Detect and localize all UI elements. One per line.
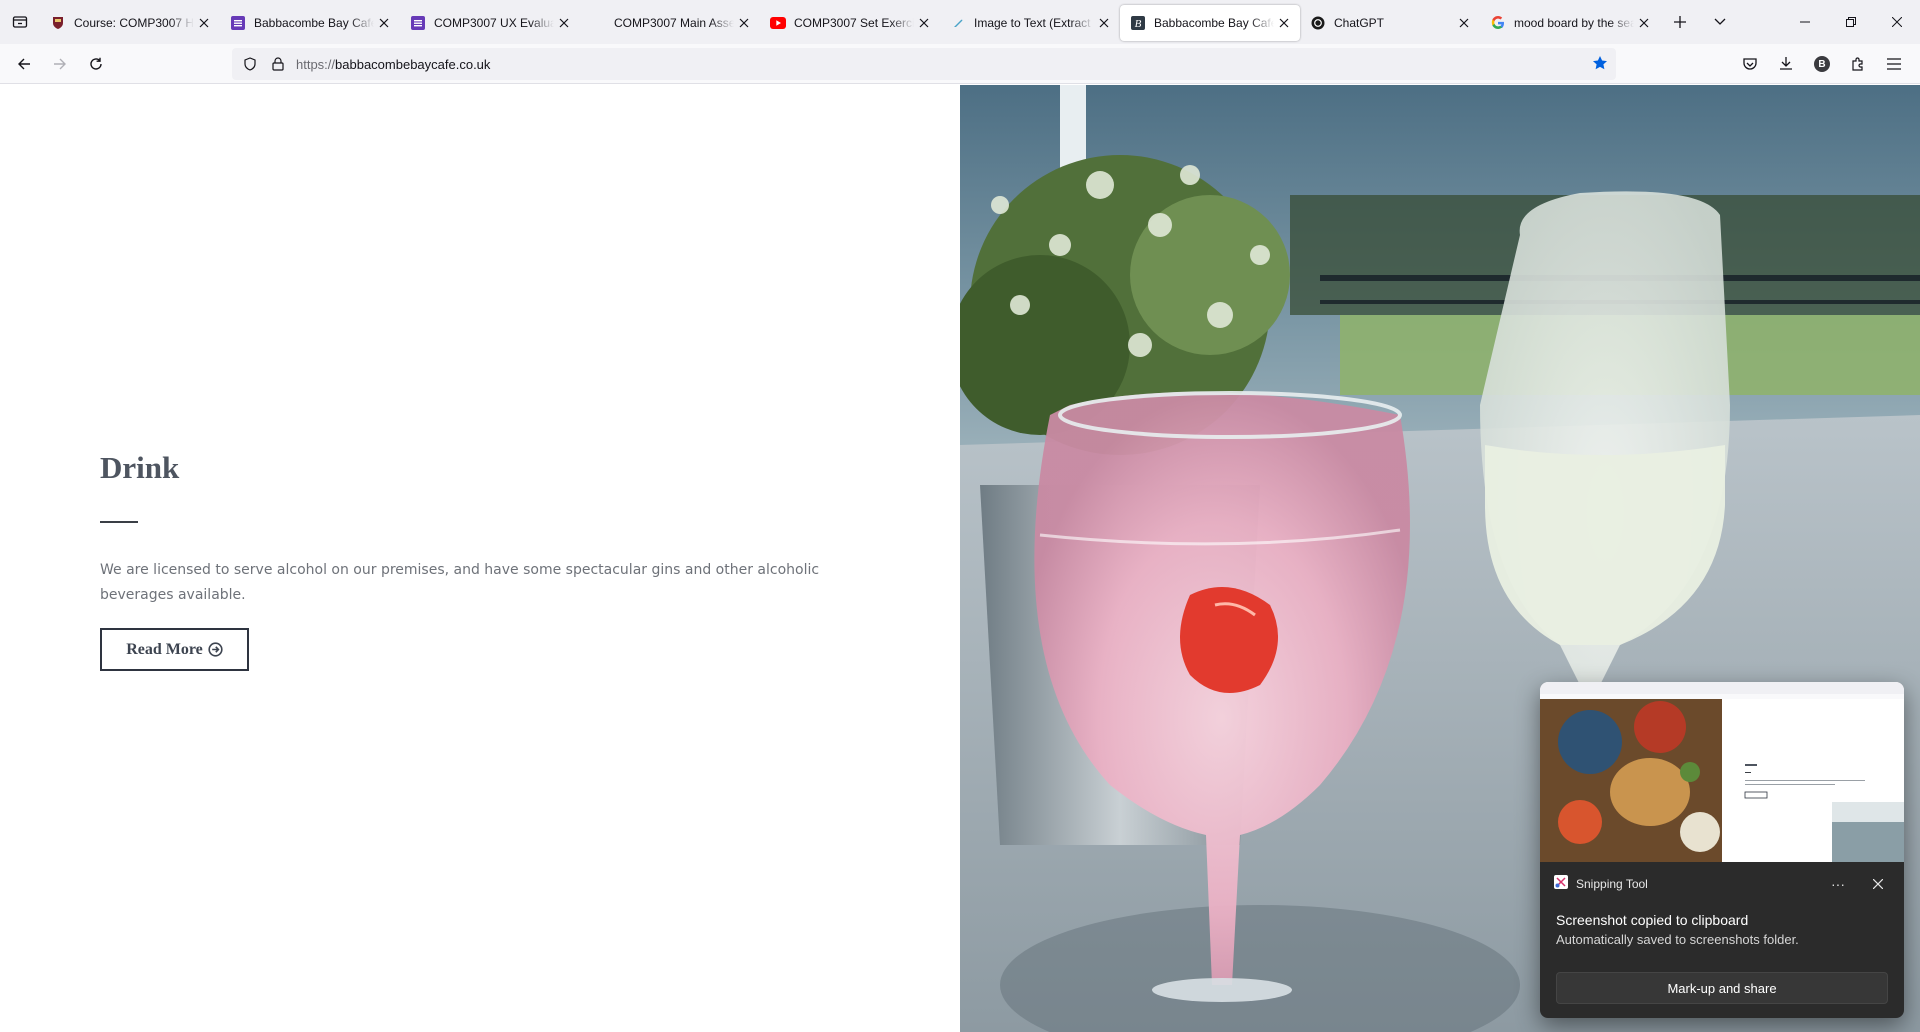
toast-subtitle: Automatically saved to screenshots folde… xyxy=(1556,932,1799,947)
toast-app-name: Snipping Tool xyxy=(1576,877,1648,891)
plus-icon xyxy=(1674,16,1686,28)
tab-chatgpt[interactable]: ChatGPT xyxy=(1300,5,1480,41)
downloads-button[interactable] xyxy=(1768,48,1804,80)
toast-title: Screenshot copied to clipboard xyxy=(1556,912,1749,928)
mark-up-and-share-button[interactable]: Mark-up and share xyxy=(1556,972,1888,1004)
reload-button[interactable] xyxy=(78,48,114,80)
close-icon xyxy=(1892,17,1902,27)
cafe-logo-icon: B xyxy=(1130,15,1146,31)
reload-icon xyxy=(90,57,102,70)
list-all-tabs-button[interactable] xyxy=(1700,0,1740,44)
tab-babbacombe-cafe-active[interactable]: B Babbacombe Bay Cafe xyxy=(1120,5,1300,41)
chatgpt-icon xyxy=(1310,15,1326,31)
pocket-button[interactable] xyxy=(1732,48,1768,80)
google-icon xyxy=(1490,15,1506,31)
tab-label: Image to Text (Extract Text) xyxy=(974,16,1094,30)
tab-label: Babbacombe Bay Cafe xyxy=(1154,16,1274,30)
university-crest-icon xyxy=(50,15,66,31)
read-more-button[interactable]: Read More xyxy=(100,628,249,671)
tab-set-exercises[interactable]: COMP3007 Set Exercises xyxy=(760,5,940,41)
back-button[interactable] xyxy=(6,48,42,80)
minimize-button[interactable] xyxy=(1782,0,1828,44)
account-button[interactable]: B xyxy=(1804,48,1840,80)
svg-text:B: B xyxy=(1135,18,1142,30)
bookmark-star-icon[interactable] xyxy=(1592,55,1608,76)
tab-label: COMP3007 Set Exercises xyxy=(794,16,914,30)
tab-babbacombe-form[interactable]: Babbacombe Bay Cafe xyxy=(220,5,400,41)
close-tab-icon[interactable] xyxy=(376,15,392,31)
shield-icon[interactable] xyxy=(236,57,264,71)
close-tab-icon[interactable] xyxy=(736,15,752,31)
new-tab-button[interactable] xyxy=(1660,0,1700,44)
arrow-circle-right-icon xyxy=(208,642,223,657)
close-tab-icon[interactable] xyxy=(1276,15,1292,31)
tab-label: COMP3007 Main Assessment xyxy=(614,16,734,30)
close-tab-icon[interactable] xyxy=(1636,15,1652,31)
toolbar-right: B xyxy=(1732,48,1912,80)
tab-label: ChatGPT xyxy=(1334,16,1385,30)
pocket-icon xyxy=(1743,58,1757,70)
url-scheme: https:// xyxy=(296,56,336,72)
url-text[interactable]: https://babbacombebaycafe.co.uk xyxy=(296,57,490,72)
restore-icon xyxy=(1846,17,1856,27)
extensions-button[interactable] xyxy=(1840,48,1876,80)
address-bar[interactable]: https://babbacombebaycafe.co.uk xyxy=(232,48,1616,80)
menu-button[interactable] xyxy=(1876,48,1912,80)
toast-header: Snipping Tool ··· xyxy=(1554,874,1890,894)
tab-course-comp3007[interactable]: Course: COMP3007 HCI xyxy=(40,5,220,41)
section-heading: Drink xyxy=(100,450,180,485)
snipping-tool-icon xyxy=(1554,874,1568,894)
close-icon[interactable] xyxy=(1866,879,1890,889)
hamburger-menu-icon xyxy=(1887,58,1901,70)
tab-main-assessment[interactable]: COMP3007 Main Assessment xyxy=(580,5,760,41)
forward-button[interactable] xyxy=(42,48,78,80)
forms-icon xyxy=(410,15,426,31)
tab-label: mood board by the sea xyxy=(1514,16,1634,30)
profile-initial: B xyxy=(1818,58,1826,70)
navigation-toolbar: https://babbacombebaycafe.co.uk B xyxy=(0,44,1920,84)
puzzle-icon xyxy=(1852,57,1863,71)
download-icon xyxy=(1780,57,1792,70)
read-more-label: Read More xyxy=(126,640,203,658)
tab-mood-board[interactable]: mood board by the sea xyxy=(1480,5,1660,41)
drink-section: Drink We are licensed to serve alcohol o… xyxy=(0,85,960,1032)
snipping-tool-notification[interactable]: Snipping Tool ··· Screenshot copied to c… xyxy=(1540,682,1904,1018)
close-tab-icon[interactable] xyxy=(1096,15,1112,31)
forward-arrow-icon xyxy=(54,58,66,69)
more-options-icon[interactable]: ··· xyxy=(1826,876,1850,892)
tab-ux-evaluation[interactable]: COMP3007 UX Evaluation xyxy=(400,5,580,41)
tab-bar: Course: COMP3007 HCI Babbacombe Bay Cafe… xyxy=(0,0,1920,44)
firefox-view-button[interactable] xyxy=(0,0,40,44)
close-tab-icon[interactable] xyxy=(916,15,932,31)
window-controls xyxy=(1782,0,1920,44)
youtube-icon xyxy=(770,15,786,31)
minimize-icon xyxy=(1800,21,1810,23)
tab-image-to-text[interactable]: Image to Text (Extract Text) xyxy=(940,5,1120,41)
close-tab-icon[interactable] xyxy=(196,15,212,31)
chevron-down-icon xyxy=(1714,18,1726,25)
tab-label: Babbacombe Bay Cafe xyxy=(254,16,374,30)
close-tab-icon[interactable] xyxy=(1456,15,1472,31)
lock-icon[interactable] xyxy=(264,57,292,71)
tab-label: COMP3007 UX Evaluation xyxy=(434,16,554,30)
firefox-view-icon xyxy=(12,16,28,28)
close-tab-icon[interactable] xyxy=(556,15,572,31)
heading-divider xyxy=(100,521,138,523)
section-description: We are licensed to serve alcohol on our … xyxy=(100,562,820,603)
screenshot-thumbnail[interactable] xyxy=(1540,682,1904,862)
url-host: babbacombebaycafe.co.uk xyxy=(335,56,491,72)
back-arrow-icon xyxy=(18,58,30,69)
restore-button[interactable] xyxy=(1828,0,1874,44)
forms-icon xyxy=(230,15,246,31)
feather-icon xyxy=(950,15,966,31)
tab-label: Course: COMP3007 HCI xyxy=(74,16,194,30)
blank-page-icon xyxy=(590,15,606,31)
close-window-button[interactable] xyxy=(1874,0,1920,44)
